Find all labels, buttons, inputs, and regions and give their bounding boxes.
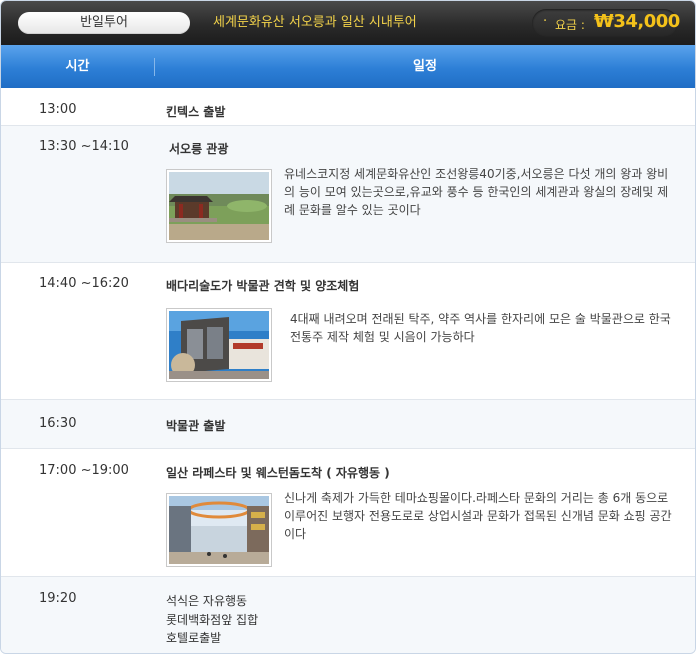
price-bullet: · [543, 14, 548, 29]
price-value: ₩34,000 [594, 11, 680, 32]
row-description: 4대째 내려오며 전래된 탁주, 약주 역사를 한자리에 모은 술 박물관으로 … [290, 312, 671, 344]
row-time: 19:20 [39, 591, 77, 606]
tour-type-tab[interactable]: 반일투어 [18, 12, 190, 34]
row-description: 신나게 축제가 가득한 테마쇼핑몰이다.라페스타 문화의 거리는 총 6개 동으… [284, 491, 672, 541]
schedule-table-body: 13:00 킨텍스 출발 13:30 ~14:10 서오릉 관광 유네스코지정 … [1, 88, 695, 653]
price-badge: · 요금 : ₩34,000 [532, 9, 680, 37]
table-header: 시간 일정 [1, 45, 695, 88]
tour-header-bar: 반일투어 세계문화유산 서오릉과 일산 시내투어 · 요금 : ₩34,000 [1, 1, 695, 45]
row-time: 14:40 ~16:20 [39, 276, 129, 291]
row-time: 17:00 ~19:00 [39, 463, 129, 478]
tour-title: 세계문화유산 서오릉과 일산 시내투어 [213, 15, 417, 30]
table-row: 19:20 석식은 자유행동 롯데백화점앞 집합 호텔로출발 [1, 577, 695, 653]
column-header-schedule: 일정 [413, 59, 437, 74]
shopping-street-photo [166, 493, 272, 567]
row-detail-line: 호텔로출발 [166, 631, 222, 645]
row-title: 박물관 출발 [166, 419, 226, 433]
row-time: 13:30 ~14:10 [39, 139, 129, 154]
row-title: 일산 라페스타 및 웨스턴돔도착 ( 자유행동 ) [166, 466, 390, 480]
table-row: 16:30 박물관 출발 [1, 400, 695, 449]
table-row: 14:40 ~16:20 배다리술도가 박물관 견학 및 양조체험 4대째 내려… [1, 263, 695, 400]
table-row: 17:00 ~19:00 일산 라페스타 및 웨스턴돔도착 ( 자유행동 ) 신… [1, 449, 695, 577]
table-row: 13:00 킨텍스 출발 [1, 88, 695, 126]
price-label: 요금 : [555, 18, 585, 32]
row-detail-line: 롯데백화점앞 집합 [166, 613, 259, 627]
row-description: 유네스코지정 세계문화유산인 조선왕릉40기중,서오릉은 다섯 개의 왕과 왕비… [284, 167, 669, 217]
row-title: 서오릉 관광 [169, 142, 229, 156]
row-title: 킨텍스 출발 [166, 105, 226, 119]
row-time: 13:00 [39, 102, 77, 117]
row-time: 16:30 [39, 416, 77, 431]
table-row: 13:30 ~14:10 서오릉 관광 유네스코지정 세계문화유산인 조선왕릉4… [1, 126, 695, 263]
row-title: 배다리술도가 박물관 견학 및 양조체험 [166, 279, 360, 293]
column-header-time: 시간 [65, 59, 90, 74]
tour-schedule-panel: 반일투어 세계문화유산 서오릉과 일산 시내투어 · 요금 : ₩34,000 … [0, 0, 696, 654]
liquor-museum-photo [166, 308, 272, 382]
row-title: 석식은 자유행동 [166, 594, 248, 608]
royal-tomb-photo [166, 169, 272, 243]
